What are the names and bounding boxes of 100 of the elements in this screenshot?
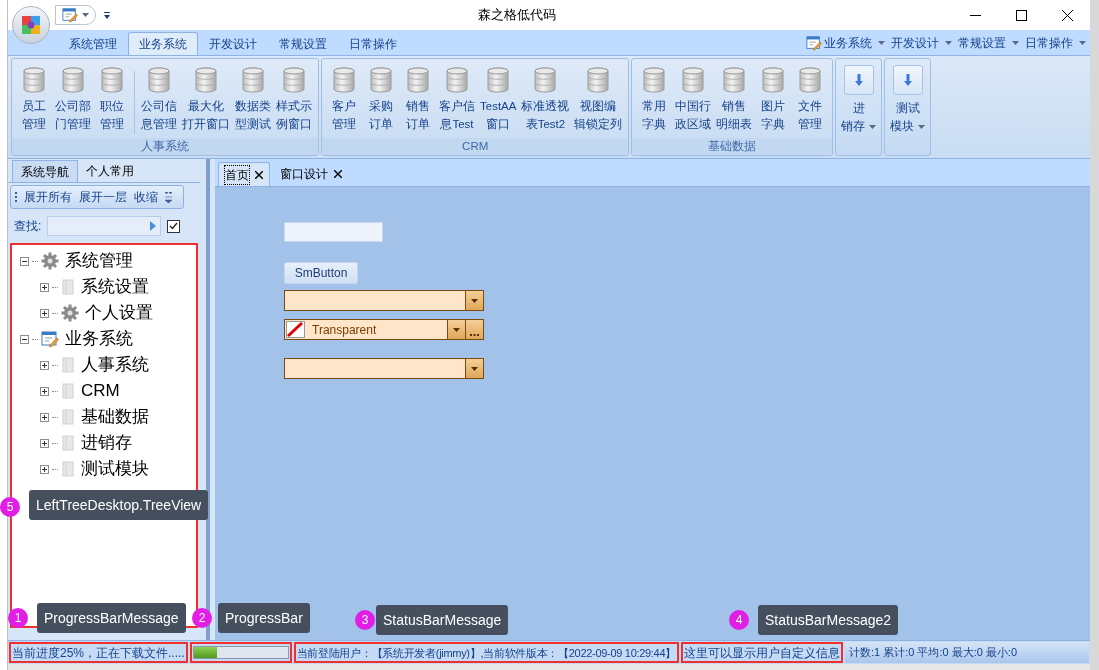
page-icon bbox=[61, 383, 75, 399]
overflow-icon[interactable] bbox=[165, 191, 172, 203]
database-icon bbox=[587, 67, 610, 93]
document-tab[interactable]: 窗口设计 bbox=[274, 162, 348, 186]
group-title: 基础数据 bbox=[632, 138, 833, 155]
ribbon-dropdown-button[interactable]: 进 销存 bbox=[841, 65, 877, 135]
close-icon bbox=[1061, 9, 1073, 21]
close-icon[interactable] bbox=[255, 170, 263, 179]
ribbon-button[interactable]: 职位 管理 bbox=[94, 67, 130, 138]
ribbon-button[interactable]: 客户 管理 bbox=[326, 67, 362, 138]
toolbar-button[interactable]: 展开所有 bbox=[24, 188, 72, 206]
ribbon-button[interactable]: 文件 管理 bbox=[792, 67, 829, 138]
page-icon bbox=[61, 409, 75, 425]
page-icon bbox=[61, 461, 75, 477]
progress-message: 当前进度25%，正在下载文件..... bbox=[9, 642, 188, 663]
sm-button[interactable]: SmButton bbox=[284, 262, 358, 284]
checkbox[interactable] bbox=[167, 219, 181, 233]
quick-access-button[interactable] bbox=[55, 5, 96, 25]
database-icon bbox=[62, 67, 84, 93]
expand-icon[interactable] bbox=[40, 282, 49, 292]
summary-text: 计数:1 累计:0 平均:0 最大:0 最小:0 bbox=[844, 642, 1089, 663]
expand-icon[interactable] bbox=[40, 464, 49, 474]
ribbon-tab[interactable]: 常规设置 bbox=[268, 32, 338, 55]
ribbon-button[interactable]: 标准透视 表Test2 bbox=[519, 67, 572, 138]
search-field[interactable] bbox=[47, 216, 162, 236]
ribbon-button[interactable]: 销售 明细表 bbox=[714, 67, 755, 138]
database-icon bbox=[446, 67, 468, 93]
ribbon-tab[interactable]: 开发设计 bbox=[198, 32, 268, 55]
tree-item[interactable]: 系统管理 bbox=[65, 248, 133, 274]
ribbon-tab[interactable]: 业务系统 bbox=[128, 32, 198, 55]
callout-label: LeftTreeDesktop.TreeView bbox=[29, 490, 209, 520]
caret-icon bbox=[82, 13, 89, 17]
minimize-icon bbox=[969, 14, 981, 16]
database-icon bbox=[723, 67, 746, 93]
expand-icon[interactable] bbox=[40, 360, 49, 370]
toolbar-button[interactable]: 展开一层 bbox=[79, 188, 127, 206]
color-combo-box[interactable]: Transparent bbox=[284, 319, 466, 340]
tree-item[interactable]: 系统设置 bbox=[81, 274, 149, 300]
tree-item[interactable]: 人事系统 bbox=[81, 352, 149, 378]
caret-icon bbox=[918, 124, 926, 129]
ribbon-button[interactable]: 采购 订单 bbox=[363, 67, 399, 138]
collapse-icon[interactable] bbox=[20, 334, 29, 344]
ribbon-button[interactable]: 视图编 辑锁定列 bbox=[572, 67, 625, 138]
expand-icon[interactable] bbox=[40, 412, 49, 422]
combo-box[interactable] bbox=[284, 290, 484, 311]
database-icon bbox=[407, 67, 429, 93]
database-icon bbox=[195, 67, 217, 93]
close-icon[interactable] bbox=[334, 170, 342, 178]
dropdown-button[interactable] bbox=[447, 320, 465, 339]
menu-button[interactable]: 业务系统 bbox=[806, 33, 885, 52]
group-title: 人事系统 bbox=[12, 138, 318, 155]
ribbon-dropdown-button[interactable]: 测试 模块 bbox=[890, 65, 926, 135]
dropdown-button[interactable] bbox=[465, 359, 483, 378]
ribbon-button[interactable]: 员工 管理 bbox=[16, 67, 52, 138]
database-icon bbox=[242, 67, 264, 93]
ribbon-button[interactable]: 样式示 例窗口 bbox=[274, 67, 314, 138]
database-icon bbox=[370, 67, 392, 93]
dropdown-button[interactable] bbox=[465, 291, 483, 310]
gear-icon bbox=[61, 304, 79, 322]
page-icon bbox=[61, 435, 75, 451]
play-icon[interactable] bbox=[150, 221, 157, 231]
ribbon-button[interactable]: 客户信 息Test bbox=[437, 67, 477, 138]
ribbon-button[interactable]: 中国行 政区域 bbox=[673, 67, 714, 138]
toolbar-button[interactable]: 收缩 bbox=[134, 188, 158, 206]
collapse-icon[interactable] bbox=[20, 256, 29, 266]
ribbon-button[interactable]: 公司部 门管理 bbox=[53, 67, 93, 138]
tree-item[interactable]: 基础数据 bbox=[81, 404, 149, 430]
tree-item[interactable]: 进销存 bbox=[81, 430, 132, 456]
text-field[interactable] bbox=[284, 222, 383, 242]
expand-icon[interactable] bbox=[40, 438, 49, 448]
tree-item[interactable]: CRM bbox=[81, 378, 120, 404]
expand-icon[interactable] bbox=[40, 386, 49, 396]
navigator-tab[interactable]: 个人常用 bbox=[78, 160, 142, 182]
ribbon-button[interactable]: 销售 订单 bbox=[400, 67, 436, 138]
ribbon-tab[interactable]: 日常操作 bbox=[338, 32, 408, 55]
app-orb-button[interactable] bbox=[12, 6, 50, 44]
arrow-down-icon bbox=[843, 65, 874, 95]
database-icon bbox=[487, 67, 510, 93]
caret-icon bbox=[453, 327, 460, 332]
document-tab[interactable]: 首页 bbox=[218, 162, 270, 186]
ribbon-button[interactable]: 数据类 型测试 bbox=[233, 67, 273, 138]
combo-box[interactable] bbox=[284, 358, 484, 379]
tree-item[interactable]: 业务系统 bbox=[65, 326, 133, 352]
expand-icon[interactable] bbox=[40, 308, 49, 318]
caret-icon bbox=[1012, 40, 1019, 45]
menu-button[interactable]: 日常操作 bbox=[1025, 33, 1086, 52]
customize-toolbar-icon[interactable] bbox=[104, 11, 110, 19]
ribbon-button[interactable]: TestAA 窗口 bbox=[478, 67, 519, 138]
ribbon-button[interactable]: 图片 字典 bbox=[755, 67, 792, 138]
ribbon-tab[interactable]: 系统管理 bbox=[58, 32, 128, 55]
ribbon-button[interactable]: 常用 字典 bbox=[636, 67, 673, 138]
menu-button[interactable]: 开发设计 bbox=[891, 33, 952, 52]
menu-button[interactable]: 常规设置 bbox=[958, 33, 1019, 52]
ellipsis-button[interactable] bbox=[466, 319, 484, 340]
navigator-tab[interactable]: 系统导航 bbox=[12, 160, 78, 182]
ribbon-button[interactable]: 最大化 打开窗口 bbox=[180, 67, 232, 138]
search-label: 查找: bbox=[14, 218, 42, 235]
ribbon-button[interactable]: 公司信 息管理 bbox=[139, 67, 179, 138]
tree-item[interactable]: 个人设置 bbox=[85, 300, 153, 326]
tree-item[interactable]: 测试模块 bbox=[81, 456, 149, 482]
